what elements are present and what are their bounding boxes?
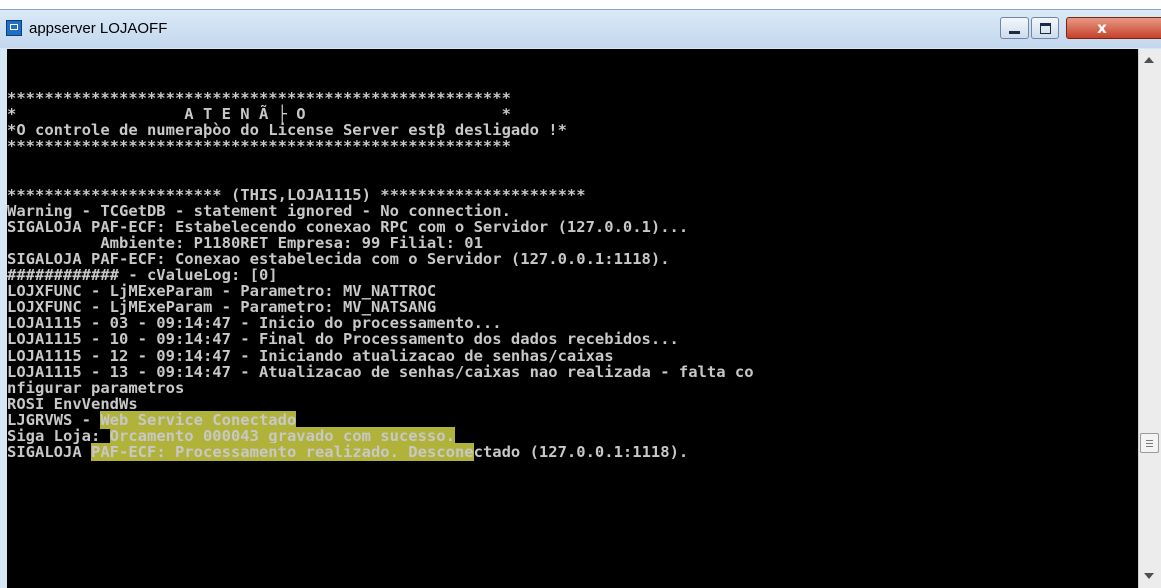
minimize-button[interactable]	[1000, 17, 1029, 39]
vertical-scrollbar[interactable]	[1138, 49, 1161, 588]
close-button[interactable]: x	[1066, 17, 1161, 39]
grip-line	[1146, 443, 1153, 444]
scrollbar-thumb[interactable]	[1140, 433, 1159, 453]
title-bar[interactable]: appserver LOJAOFF x	[0, 10, 1161, 48]
scroll-up-arrow-icon[interactable]	[1144, 57, 1154, 63]
console-line-text: ctado (127.0.0.1:1118).	[473, 443, 689, 462]
grip-line	[1146, 446, 1153, 447]
console-line-text: SIGALOJA	[7, 443, 91, 462]
maximize-button[interactable]	[1031, 17, 1059, 39]
maximize-icon	[1039, 22, 1051, 34]
console-text: ****************************************…	[7, 90, 754, 462]
console-output[interactable]: ****************************************…	[7, 49, 1138, 588]
scroll-down-arrow-icon[interactable]	[1144, 573, 1154, 579]
minimize-icon	[1009, 30, 1020, 34]
close-icon: x	[1097, 18, 1107, 37]
grip-line	[1146, 440, 1153, 441]
console-line: SIGALOJA PAF-ECF: Processamento realizad…	[7, 443, 689, 462]
window-title: appserver LOJAOFF	[29, 20, 168, 37]
highlighted-text: PAF-ECF: Processamento realizado. Descon…	[91, 443, 474, 462]
console-line: ****************************************…	[7, 137, 511, 156]
console-app-icon[interactable]	[6, 20, 22, 36]
console-window: appserver LOJAOFF x ********************…	[0, 9, 1161, 588]
